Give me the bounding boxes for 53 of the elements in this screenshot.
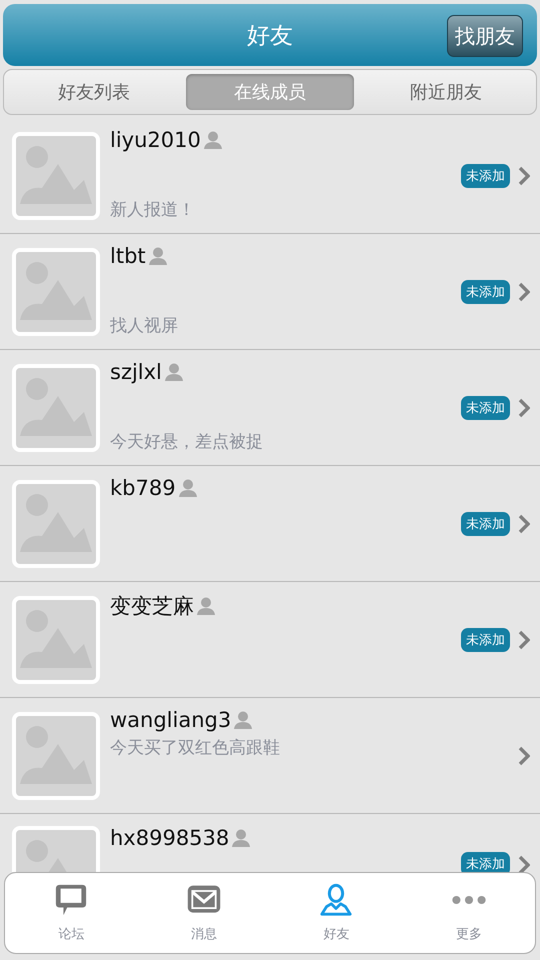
member-name: hx8998538: [110, 826, 230, 850]
person-icon: [178, 478, 198, 498]
person-icon: [318, 883, 354, 917]
chevron-right-icon: [518, 166, 530, 186]
person-icon: [148, 246, 168, 266]
tab[interactable]: 好友列表: [10, 74, 178, 110]
member-row[interactable]: liyu2010 新人报道！ 未添加: [0, 118, 540, 234]
find-friends-button[interactable]: 找朋友: [447, 15, 523, 57]
member-name: kb789: [110, 476, 176, 500]
chevron-right-icon: [518, 514, 530, 534]
member-name: wangliang3: [110, 708, 232, 732]
member-row[interactable]: kb789 未添加: [0, 466, 540, 582]
avatar-placeholder-icon: [12, 712, 100, 800]
avatar-placeholder-icon: [12, 364, 100, 452]
member-row[interactable]: 变变芝麻 未添加: [0, 582, 540, 698]
not-added-badge: 未添加: [461, 396, 510, 420]
not-added-badge: 未添加: [461, 628, 510, 652]
not-added-badge: 未添加: [461, 852, 510, 872]
chevron-right-icon: [518, 855, 530, 872]
member-name: szjlxl: [110, 360, 162, 384]
avatar-placeholder-icon: [12, 248, 100, 336]
person-icon: [233, 710, 254, 730]
not-added-badge: 未添加: [461, 512, 510, 536]
avatar-placeholder-icon: [12, 596, 100, 684]
person-icon: [231, 828, 252, 848]
chevron-right-icon: [518, 398, 530, 418]
nav-tab[interactable]: 消息: [138, 873, 270, 953]
member-row[interactable]: ltbt 找人视屏 未添加: [0, 234, 540, 350]
status-message: 今天买了双红色高跟鞋: [110, 737, 281, 759]
status-message: 今天好悬，差点被捉: [110, 431, 264, 453]
member-row[interactable]: szjlxl 今天好悬，差点被捉 未添加: [0, 350, 540, 466]
nav-tab[interactable]: 更多: [402, 873, 535, 953]
not-added-badge: 未添加: [461, 164, 510, 188]
person-icon: [164, 362, 184, 382]
member-name: ltbt: [110, 244, 146, 268]
nav-tab[interactable]: 好友: [270, 873, 402, 953]
not-added-badge: 未添加: [461, 280, 510, 304]
nav-tab[interactable]: 论坛: [5, 873, 138, 953]
more-icon: [450, 894, 487, 906]
status-message: 找人视屏: [110, 315, 179, 337]
avatar-placeholder-icon: [12, 132, 100, 220]
member-name: liyu2010: [110, 128, 201, 152]
person-icon: [202, 130, 223, 150]
member-row[interactable]: wangliang3 今天买了双红色高跟鞋: [0, 698, 540, 814]
tab[interactable]: 附近朋友: [362, 74, 530, 110]
member-name: 变变芝麻: [110, 593, 194, 620]
person-icon: [196, 596, 216, 616]
status-message: 新人报道！: [110, 199, 196, 221]
chevron-right-icon: [518, 282, 530, 302]
chevron-right-icon: [518, 746, 530, 766]
avatar-placeholder-icon: [12, 480, 100, 568]
chevron-right-icon: [518, 630, 530, 650]
page-title: 好友: [247, 22, 293, 50]
